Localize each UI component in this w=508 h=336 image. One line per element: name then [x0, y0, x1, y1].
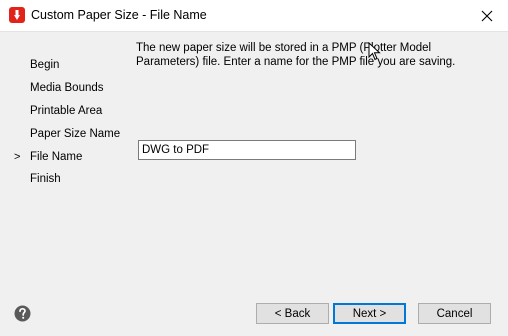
wizard-steps: Begin Media Bounds Printable Area Paper …	[0, 32, 130, 292]
app-icon	[9, 7, 25, 23]
step-file-name[interactable]: File Name	[30, 151, 82, 163]
close-button[interactable]	[466, 0, 508, 31]
step-paper-size-name[interactable]: Paper Size Name	[30, 128, 120, 140]
step-printable-area[interactable]: Printable Area	[30, 105, 102, 117]
mouse-cursor-icon	[368, 42, 381, 61]
description-text: The new paper size will be stored in a P…	[136, 42, 456, 68]
back-button[interactable]: < Back	[256, 303, 329, 324]
next-button[interactable]: Next >	[333, 303, 406, 324]
step-finish[interactable]: Finish	[30, 173, 61, 185]
title-bar: Custom Paper Size - File Name	[0, 0, 508, 32]
step-begin[interactable]: Begin	[30, 59, 59, 71]
current-step-marker: >	[14, 151, 21, 163]
file-name-input[interactable]	[138, 140, 356, 160]
step-media-bounds[interactable]: Media Bounds	[30, 82, 104, 94]
window-title: Custom Paper Size - File Name	[31, 8, 207, 22]
help-icon[interactable]	[14, 305, 31, 322]
cancel-button[interactable]: Cancel	[418, 303, 491, 324]
close-icon	[481, 10, 493, 21]
